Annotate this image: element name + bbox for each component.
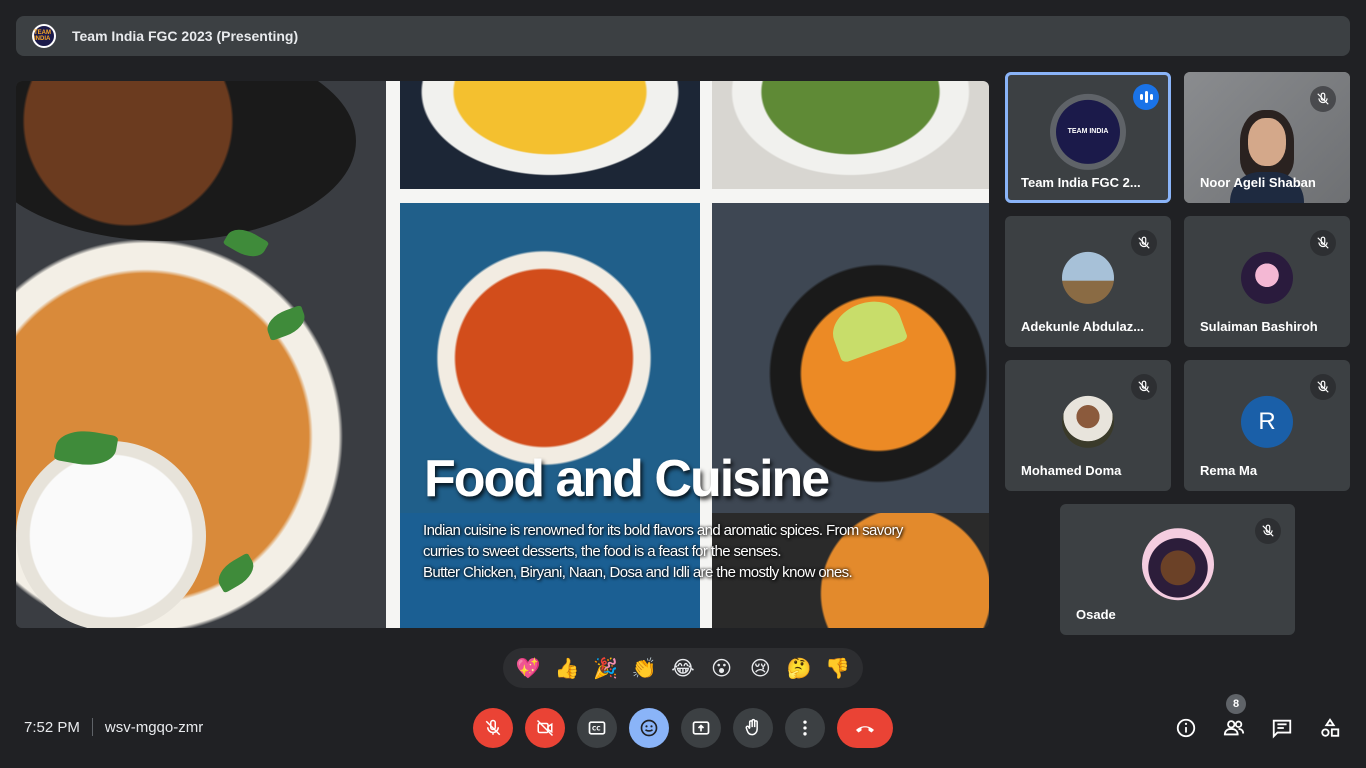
presentation-stage: Food and Cuisine Indian cuisine is renow… (16, 81, 989, 628)
participant-name: Adekunle Abdulaz... (1021, 319, 1145, 334)
mic-off-icon (1310, 86, 1336, 112)
avatar: R (1241, 395, 1293, 448)
participant-tile[interactable]: R Rema Ma (1184, 360, 1350, 491)
participant-name: Team India FGC 2... (1021, 175, 1141, 190)
meeting-title: Team India FGC 2023 (Presenting) (72, 28, 299, 44)
participant-tile[interactable]: Adekunle Abdulaz... (1005, 216, 1171, 347)
camera-off-icon (536, 719, 554, 737)
mic-off-icon (485, 719, 501, 736)
mic-off-icon (1310, 374, 1336, 400)
leaf-image (212, 552, 260, 594)
slide-divider (386, 81, 400, 628)
activities-button[interactable] (1310, 708, 1350, 748)
participant-tile[interactable]: Sulaiman Bashiroh (1184, 216, 1350, 347)
reaction-thumbs-down-button[interactable]: 👎 (820, 656, 856, 681)
captions-button[interactable]: CC (577, 708, 617, 748)
slide-image-curry (16, 81, 386, 628)
avatar: TEAM INDIA (1050, 93, 1126, 170)
participant-name: Osade (1076, 607, 1116, 622)
more-options-button[interactable] (785, 708, 825, 748)
chat-icon (1272, 719, 1292, 739)
slide-image-palak (712, 81, 989, 189)
emoji-icon (640, 719, 658, 737)
slide-title: Food and Cuisine (424, 450, 830, 508)
avatar (1141, 527, 1214, 600)
participant-name: Mohamed Doma (1021, 463, 1122, 478)
slide-body-line: Butter Chicken, Biryani, Naan, Dosa and … (423, 564, 853, 581)
person-face-image (1248, 118, 1286, 166)
participant-tile[interactable]: Osade (1060, 504, 1295, 635)
divider (91, 718, 93, 736)
reactions-button[interactable] (629, 708, 669, 748)
mic-off-icon (1255, 518, 1281, 544)
team-logo-icon: TEAM INDIA (32, 24, 56, 48)
present-icon (692, 721, 710, 735)
hand-icon (745, 718, 758, 736)
slide-image-dal (400, 81, 700, 189)
more-vert-icon (803, 720, 807, 736)
rice-image (16, 441, 206, 628)
reaction-thinking-button[interactable]: 🤔 (781, 656, 817, 681)
camera-toggle-button[interactable] (525, 708, 565, 748)
participant-count-badge: 8 (1226, 694, 1246, 714)
side-panel-controls: 8 (1166, 694, 1350, 748)
reaction-heart-button[interactable]: 💖 (510, 656, 546, 681)
avatar (1062, 251, 1114, 304)
mic-off-icon (1310, 230, 1336, 256)
participant-name: Sulaiman Bashiroh (1200, 319, 1318, 334)
meeting-details-button[interactable] (1166, 708, 1206, 748)
leaf-image (263, 304, 309, 342)
participant-tile[interactable]: Mohamed Doma (1005, 360, 1171, 491)
people-button[interactable]: 8 (1214, 694, 1254, 748)
reaction-thumbs-up-button[interactable]: 👍 (549, 656, 585, 681)
reaction-surprised-button[interactable]: 😮 (704, 656, 740, 681)
pan-image (16, 81, 356, 241)
reaction-party-button[interactable]: 🎉 (588, 656, 624, 681)
chat-button[interactable] (1262, 708, 1302, 748)
team-logo-icon: TEAM INDIA (1056, 99, 1120, 164)
call-controls: CC (473, 708, 893, 748)
meeting-code: wsv-mgqo-zmr (104, 718, 204, 736)
avatar-letter: R (1258, 407, 1276, 435)
activities-icon (1321, 718, 1340, 737)
captions-icon: CC (588, 721, 606, 735)
people-icon (1223, 720, 1245, 736)
lemon-image (825, 292, 909, 364)
reaction-clap-button[interactable]: 👏 (626, 656, 662, 681)
participant-name: Noor Ageli Shaban (1200, 175, 1316, 190)
avatar (1062, 395, 1114, 448)
participant-name: Rema Ma (1200, 463, 1258, 478)
slide-body: Indian cuisine is renowned for its bold … (423, 520, 983, 583)
meeting-info: 7:52 PM wsv-mgqo-zmr (24, 718, 203, 736)
reactions-bar: 💖 👍 🎉 👏 😂 😮 😢 🤔 👎 (503, 648, 863, 688)
hang-up-icon (856, 726, 874, 733)
participant-tile[interactable]: Noor Ageli Shaban (1184, 72, 1350, 203)
slide-divider (400, 189, 989, 203)
clock: 7:52 PM (24, 718, 80, 736)
mic-off-icon (1131, 230, 1157, 256)
participant-tile[interactable]: TEAM INDIA Team India FGC 2... (1005, 72, 1171, 203)
mic-toggle-button[interactable] (473, 708, 513, 748)
meeting-header: TEAM INDIA Team India FGC 2023 (Presenti… (16, 16, 1350, 56)
raise-hand-button[interactable] (733, 708, 773, 748)
leave-call-button[interactable] (837, 708, 893, 748)
mic-off-icon (1131, 374, 1157, 400)
slide-body-line: Indian cuisine is renowned for its bold … (423, 522, 903, 539)
avatar (1241, 251, 1293, 304)
svg-text:CC: CC (592, 727, 601, 733)
reaction-laugh-button[interactable]: 😂 (665, 656, 701, 681)
present-screen-button[interactable] (681, 708, 721, 748)
info-icon (1176, 718, 1196, 738)
reaction-sad-button[interactable]: 😢 (742, 656, 778, 681)
speaking-indicator-icon (1133, 84, 1159, 110)
slide-body-line: curries to sweet desserts, the food is a… (423, 543, 782, 560)
